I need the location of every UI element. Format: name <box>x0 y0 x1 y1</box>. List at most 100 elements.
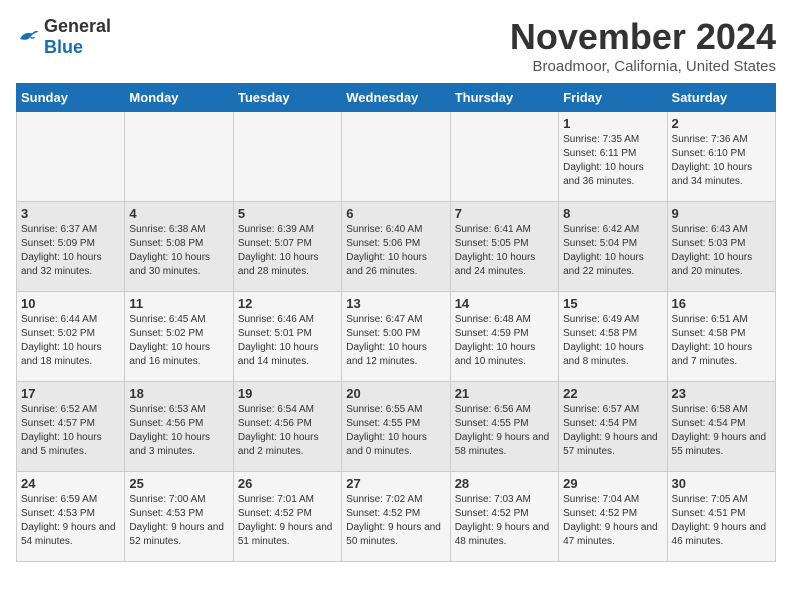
day-content: Sunrise: 6:39 AM Sunset: 5:07 PM Dayligh… <box>238 223 337 279</box>
day-number: 22 <box>563 386 662 401</box>
day-content: Sunrise: 6:43 AM Sunset: 5:03 PM Dayligh… <box>672 223 771 279</box>
header-cell-wednesday: Wednesday <box>342 84 450 112</box>
day-cell: 28 Sunrise: 7:03 AM Sunset: 4:52 PM Dayli… <box>450 472 558 562</box>
day-cell: 4Sunrise: 6:38 AM Sunset: 5:08 PM Daylig… <box>125 202 233 292</box>
logo-text: General Blue <box>44 16 111 58</box>
day-content: Sunrise: 7:02 AM Sunset: 4:52 PM Dayligh… <box>346 493 445 549</box>
month-title: November 2024 <box>510 16 776 58</box>
day-cell: 22 Sunrise: 6:57 AM Sunset: 4:54 PM Dayli… <box>559 382 667 472</box>
day-number: 8 <box>563 206 662 221</box>
day-cell: 21 Sunrise: 6:56 AM Sunset: 4:55 PM Dayli… <box>450 382 558 472</box>
day-number: 25 <box>129 476 228 491</box>
day-cell <box>125 112 233 202</box>
day-content: Sunrise: 7:01 AM Sunset: 4:52 PM Dayligh… <box>238 493 337 549</box>
week-row-4: 17 Sunrise: 6:52 AM Sunset: 4:57 PM Dayli… <box>17 382 776 472</box>
day-cell: 24 Sunrise: 6:59 AM Sunset: 4:53 PM Dayli… <box>17 472 125 562</box>
logo-icon <box>16 27 40 47</box>
day-cell: 8 Sunrise: 6:42 AM Sunset: 5:04 PM Daylig… <box>559 202 667 292</box>
day-cell <box>17 112 125 202</box>
day-number: 24 <box>21 476 120 491</box>
day-content: Sunrise: 6:37 AM Sunset: 5:09 PM Dayligh… <box>21 223 120 279</box>
day-number: 3 <box>21 206 120 221</box>
day-cell: 1 Sunrise: 7:35 AM Sunset: 6:11 PM Daylig… <box>559 112 667 202</box>
logo-general: General <box>44 16 111 36</box>
day-number: 5 <box>238 206 337 221</box>
day-cell: 3 Sunrise: 6:37 AM Sunset: 5:09 PM Daylig… <box>17 202 125 292</box>
title-block: November 2024 Broadmoor, California, Uni… <box>510 16 776 75</box>
day-content: Sunrise: 6:46 AM Sunset: 5:01 PM Dayligh… <box>238 313 337 369</box>
day-cell <box>233 112 341 202</box>
day-content: Sunrise: 6:58 AM Sunset: 4:54 PM Dayligh… <box>672 403 771 459</box>
header-row: SundayMondayTuesdayWednesdayThursdayFrid… <box>17 84 776 112</box>
day-cell: 23Sunrise: 6:58 AM Sunset: 4:54 PM Dayli… <box>667 382 775 472</box>
day-number: 10 <box>21 296 120 311</box>
day-cell: 6 Sunrise: 6:40 AM Sunset: 5:06 PM Daylig… <box>342 202 450 292</box>
calendar-header: SundayMondayTuesdayWednesdayThursdayFrid… <box>17 84 776 112</box>
header-cell-tuesday: Tuesday <box>233 84 341 112</box>
day-cell: 30 Sunrise: 7:05 AM Sunset: 4:51 PM Dayli… <box>667 472 775 562</box>
calendar-body: 1 Sunrise: 7:35 AM Sunset: 6:11 PM Daylig… <box>17 112 776 562</box>
day-number: 19 <box>238 386 337 401</box>
header-cell-friday: Friday <box>559 84 667 112</box>
day-content: Sunrise: 6:47 AM Sunset: 5:00 PM Dayligh… <box>346 313 445 369</box>
day-cell: 18Sunrise: 6:53 AM Sunset: 4:56 PM Dayli… <box>125 382 233 472</box>
logo-blue: Blue <box>44 37 83 57</box>
day-content: Sunrise: 7:00 AM Sunset: 4:53 PM Dayligh… <box>129 493 228 549</box>
day-content: Sunrise: 6:51 AM Sunset: 4:58 PM Dayligh… <box>672 313 771 369</box>
day-number: 11 <box>129 296 228 311</box>
day-cell: 27 Sunrise: 7:02 AM Sunset: 4:52 PM Dayli… <box>342 472 450 562</box>
week-row-2: 3 Sunrise: 6:37 AM Sunset: 5:09 PM Daylig… <box>17 202 776 292</box>
day-number: 17 <box>21 386 120 401</box>
day-content: Sunrise: 7:03 AM Sunset: 4:52 PM Dayligh… <box>455 493 554 549</box>
day-number: 30 <box>672 476 771 491</box>
location-subtitle: Broadmoor, California, United States <box>510 58 776 75</box>
day-cell: 25 Sunrise: 7:00 AM Sunset: 4:53 PM Dayli… <box>125 472 233 562</box>
day-cell: 7 Sunrise: 6:41 AM Sunset: 5:05 PM Daylig… <box>450 202 558 292</box>
day-number: 12 <box>238 296 337 311</box>
day-content: Sunrise: 6:52 AM Sunset: 4:57 PM Dayligh… <box>21 403 120 459</box>
day-cell: 9 Sunrise: 6:43 AM Sunset: 5:03 PM Daylig… <box>667 202 775 292</box>
day-content: Sunrise: 6:40 AM Sunset: 5:06 PM Dayligh… <box>346 223 445 279</box>
header-cell-monday: Monday <box>125 84 233 112</box>
day-cell: 2Sunrise: 7:36 AM Sunset: 6:10 PM Daylig… <box>667 112 775 202</box>
day-number: 7 <box>455 206 554 221</box>
day-number: 27 <box>346 476 445 491</box>
header-cell-saturday: Saturday <box>667 84 775 112</box>
week-row-1: 1 Sunrise: 7:35 AM Sunset: 6:11 PM Daylig… <box>17 112 776 202</box>
day-content: Sunrise: 6:59 AM Sunset: 4:53 PM Dayligh… <box>21 493 120 549</box>
day-content: Sunrise: 6:56 AM Sunset: 4:55 PM Dayligh… <box>455 403 554 459</box>
day-cell: 20 Sunrise: 6:55 AM Sunset: 4:55 PM Dayli… <box>342 382 450 472</box>
day-number: 9 <box>672 206 771 221</box>
day-content: Sunrise: 6:41 AM Sunset: 5:05 PM Dayligh… <box>455 223 554 279</box>
day-cell: 15 Sunrise: 6:49 AM Sunset: 4:58 PM Dayli… <box>559 292 667 382</box>
day-number: 26 <box>238 476 337 491</box>
day-content: Sunrise: 7:36 AM Sunset: 6:10 PM Dayligh… <box>672 133 771 189</box>
day-number: 21 <box>455 386 554 401</box>
day-cell <box>450 112 558 202</box>
day-content: Sunrise: 7:35 AM Sunset: 6:11 PM Dayligh… <box>563 133 662 189</box>
day-cell: 13Sunrise: 6:47 AM Sunset: 5:00 PM Dayli… <box>342 292 450 382</box>
day-number: 18 <box>129 386 228 401</box>
day-content: Sunrise: 6:57 AM Sunset: 4:54 PM Dayligh… <box>563 403 662 459</box>
day-number: 20 <box>346 386 445 401</box>
day-number: 16 <box>672 296 771 311</box>
day-number: 6 <box>346 206 445 221</box>
day-content: Sunrise: 6:38 AM Sunset: 5:08 PM Dayligh… <box>129 223 228 279</box>
day-number: 1 <box>563 116 662 131</box>
day-cell: 5 Sunrise: 6:39 AM Sunset: 5:07 PM Daylig… <box>233 202 341 292</box>
day-content: Sunrise: 6:48 AM Sunset: 4:59 PM Dayligh… <box>455 313 554 369</box>
day-content: Sunrise: 6:42 AM Sunset: 5:04 PM Dayligh… <box>563 223 662 279</box>
day-content: Sunrise: 7:05 AM Sunset: 4:51 PM Dayligh… <box>672 493 771 549</box>
day-number: 15 <box>563 296 662 311</box>
day-cell: 11 Sunrise: 6:45 AM Sunset: 5:02 PM Dayli… <box>125 292 233 382</box>
day-number: 28 <box>455 476 554 491</box>
day-content: Sunrise: 6:49 AM Sunset: 4:58 PM Dayligh… <box>563 313 662 369</box>
day-content: Sunrise: 6:55 AM Sunset: 4:55 PM Dayligh… <box>346 403 445 459</box>
day-content: Sunrise: 6:45 AM Sunset: 5:02 PM Dayligh… <box>129 313 228 369</box>
logo: General Blue <box>16 16 111 58</box>
day-number: 29 <box>563 476 662 491</box>
day-cell: 14Sunrise: 6:48 AM Sunset: 4:59 PM Dayli… <box>450 292 558 382</box>
day-cell: 29Sunrise: 7:04 AM Sunset: 4:52 PM Dayli… <box>559 472 667 562</box>
day-content: Sunrise: 6:44 AM Sunset: 5:02 PM Dayligh… <box>21 313 120 369</box>
page-header: General Blue November 2024 Broadmoor, Ca… <box>16 16 776 75</box>
